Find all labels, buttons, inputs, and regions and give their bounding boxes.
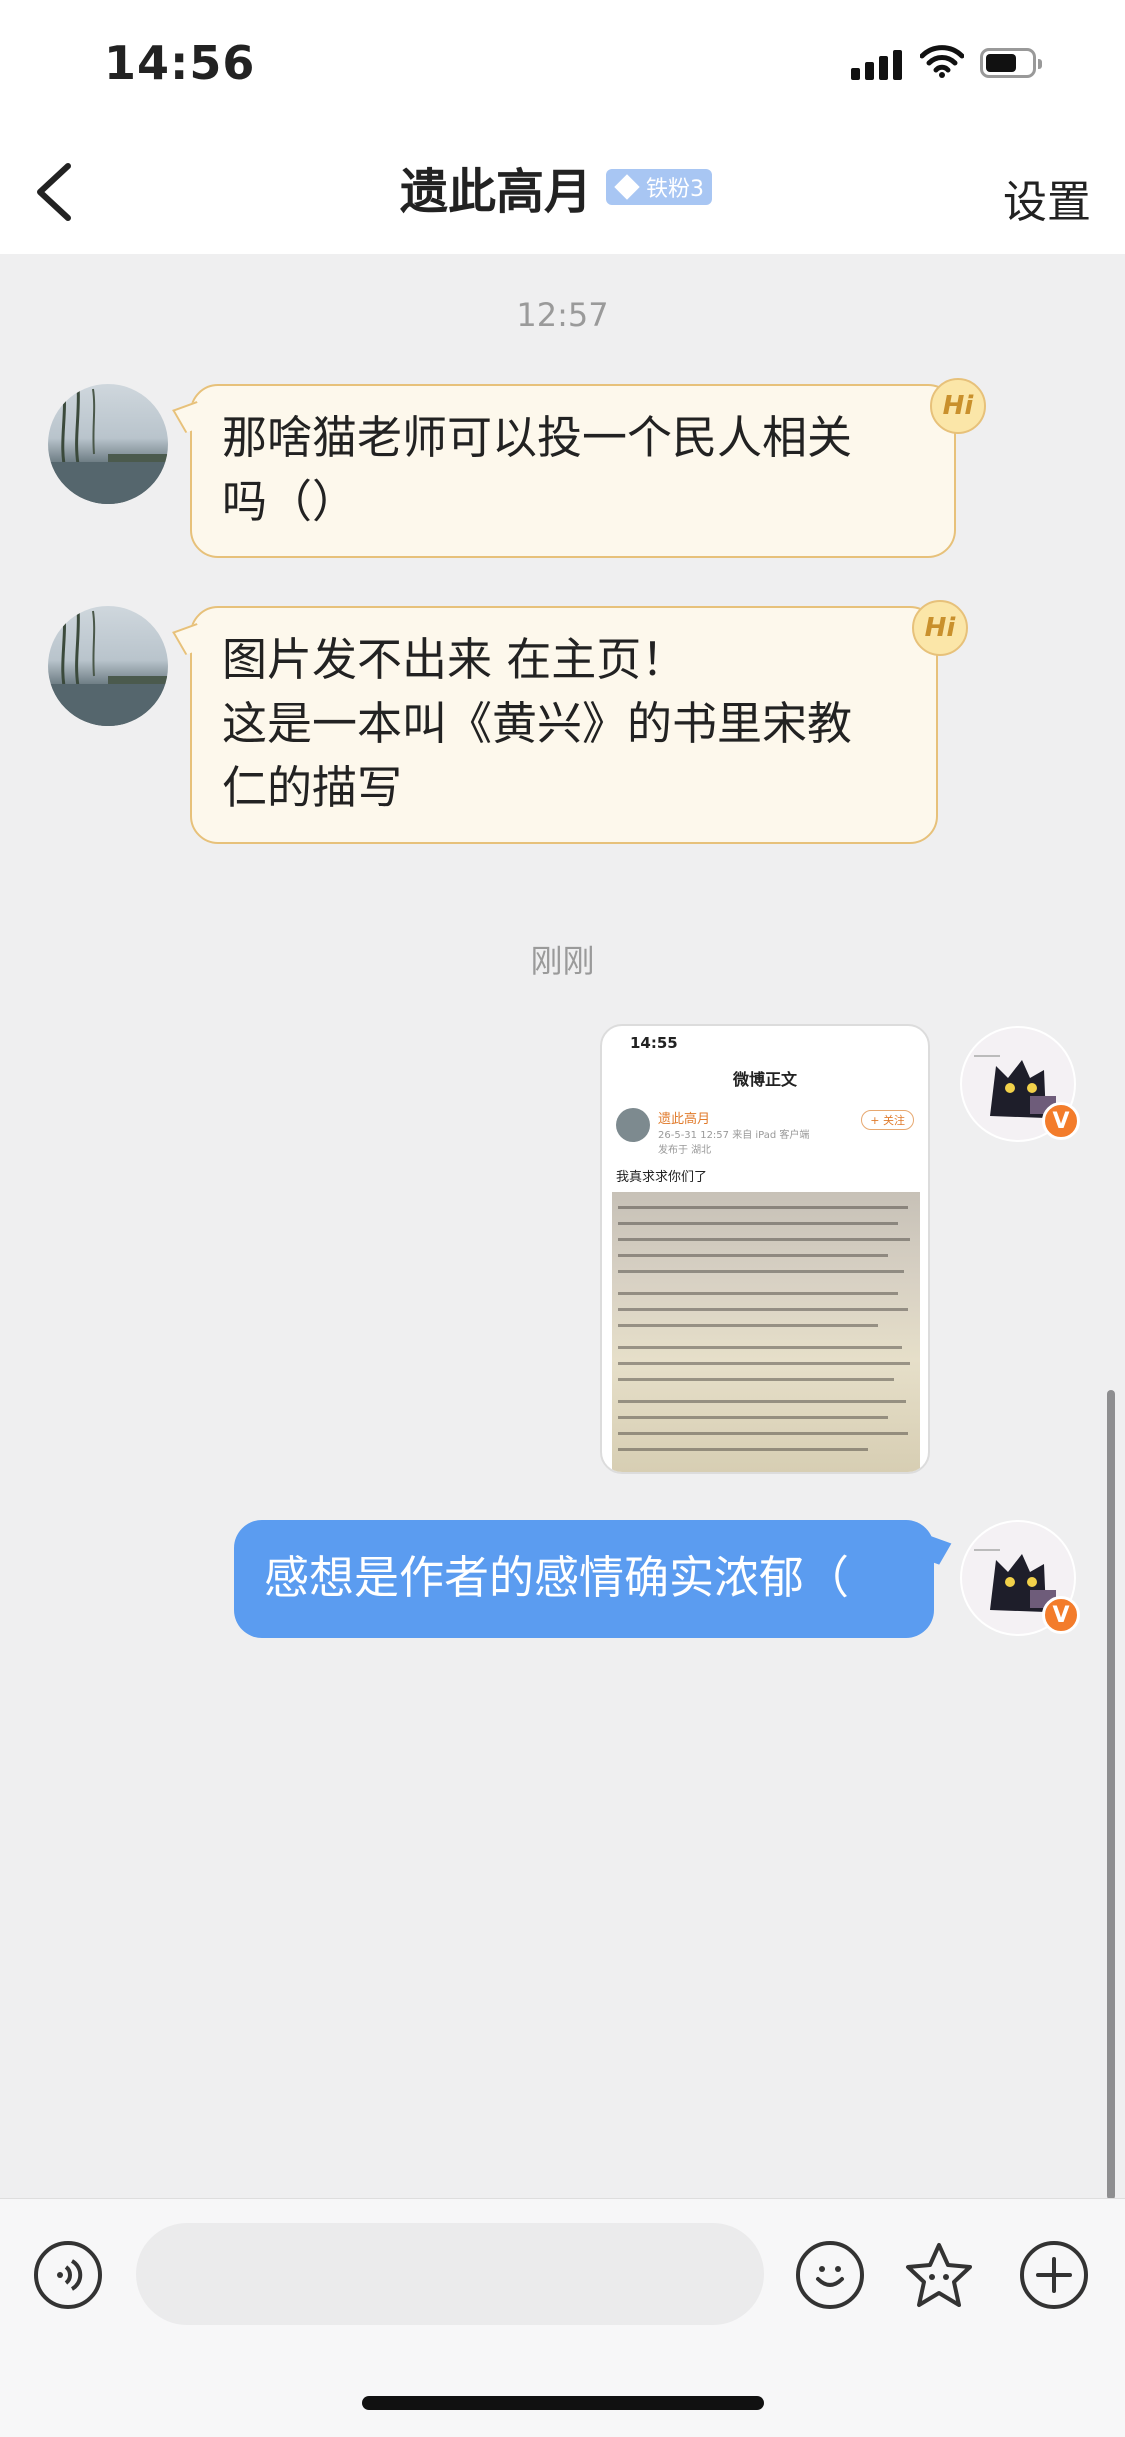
my-avatar[interactable]: V bbox=[960, 1026, 1080, 1142]
message-timestamp: 12:57 bbox=[516, 296, 609, 334]
hi-greeting-icon: Hi bbox=[930, 378, 986, 434]
chat-title: 遗此高月 bbox=[400, 164, 593, 220]
incoming-message-bubble[interactable]: 那啥猫老师可以投一个民人相关 吗（） bbox=[190, 384, 956, 558]
message-text: 感想是作者的感情确实浓郁（ bbox=[264, 1551, 850, 1604]
fan-level-label: 铁粉3 bbox=[646, 177, 705, 202]
outgoing-message-bubble[interactable]: 感想是作者的感情确实浓郁（ bbox=[234, 1520, 934, 1638]
preview-title: 微博正文 bbox=[732, 1070, 797, 1089]
hi-greeting-icon: Hi bbox=[912, 600, 968, 656]
preview-book-photo bbox=[612, 1192, 920, 1472]
smiley-icon bbox=[816, 2266, 844, 2287]
home-indicator[interactable] bbox=[362, 2396, 764, 2410]
preview-post-text: 我真求求你们了 bbox=[616, 1170, 708, 1185]
willow-tree-icon bbox=[48, 606, 168, 726]
status-time: 14:56 bbox=[104, 36, 256, 90]
preview-status-time: 14:55 bbox=[630, 1034, 678, 1052]
scrollbar[interactable] bbox=[1107, 1390, 1115, 2200]
contact-avatar[interactable] bbox=[48, 606, 168, 726]
message-text-line: 吗（） bbox=[222, 475, 358, 528]
message-text-line: 仁的描写 bbox=[222, 761, 403, 814]
status-bar: 14:56 bbox=[0, 0, 1125, 132]
battery-icon bbox=[980, 48, 1042, 78]
verified-badge-icon: V bbox=[1042, 1596, 1080, 1634]
message-text-line: 那啥猫老师可以投一个民人相关 bbox=[222, 411, 853, 464]
image-message[interactable]: 14:55 微博正文 遗此高月 26-5-31 12:57 来自 iPad 客户… bbox=[600, 1024, 930, 1474]
voice-input-button[interactable] bbox=[34, 2241, 102, 2309]
diamond-icon bbox=[614, 174, 640, 200]
back-arrow-icon[interactable] bbox=[28, 156, 88, 226]
voice-icon bbox=[57, 2259, 83, 2291]
my-avatar[interactable]: V bbox=[960, 1520, 1080, 1636]
preview-username: 遗此高月 bbox=[658, 1112, 711, 1127]
message-input[interactable] bbox=[136, 2223, 764, 2325]
preview-navbar: 微博正文 bbox=[602, 1066, 928, 1106]
chat-header: 遗此高月 铁粉3 设置 bbox=[0, 132, 1125, 254]
fan-level-badge: 铁粉3 bbox=[606, 169, 713, 205]
chat-title-group[interactable]: 遗此高月 铁粉3 bbox=[400, 152, 713, 222]
more-actions-button[interactable] bbox=[1020, 2241, 1088, 2309]
emoji-button[interactable] bbox=[796, 2241, 864, 2309]
message-text-line: 图片发不出来 在主页！ bbox=[222, 633, 687, 686]
plus-icon bbox=[1036, 2257, 1072, 2293]
preview-follow-button: + 关注 bbox=[861, 1110, 914, 1130]
message-text-line: 这是一本叫《黄兴》的书里宋教 bbox=[222, 697, 853, 750]
sticker-star-icon[interactable] bbox=[902, 2239, 976, 2313]
contact-avatar[interactable] bbox=[48, 384, 168, 504]
incoming-message-bubble[interactable]: 图片发不出来 在主页！ 这是一本叫《黄兴》的书里宋教 仁的描写 bbox=[190, 606, 938, 844]
willow-tree-icon bbox=[48, 384, 168, 504]
message-timestamp: 刚刚 bbox=[530, 942, 595, 980]
preview-meta: 26-5-31 12:57 来自 iPad 客户端 发布于 湖北 bbox=[658, 1128, 858, 1158]
preview-meta-line: 发布于 湖北 bbox=[658, 1145, 712, 1156]
verified-badge-icon: V bbox=[1042, 1102, 1080, 1140]
preview-avatar bbox=[616, 1108, 650, 1142]
settings-button[interactable]: 设置 bbox=[1003, 166, 1091, 230]
preview-meta-line: 26-5-31 12:57 来自 iPad 客户端 bbox=[658, 1130, 810, 1141]
cellular-signal-icon bbox=[851, 48, 905, 80]
wifi-icon bbox=[920, 45, 964, 78]
